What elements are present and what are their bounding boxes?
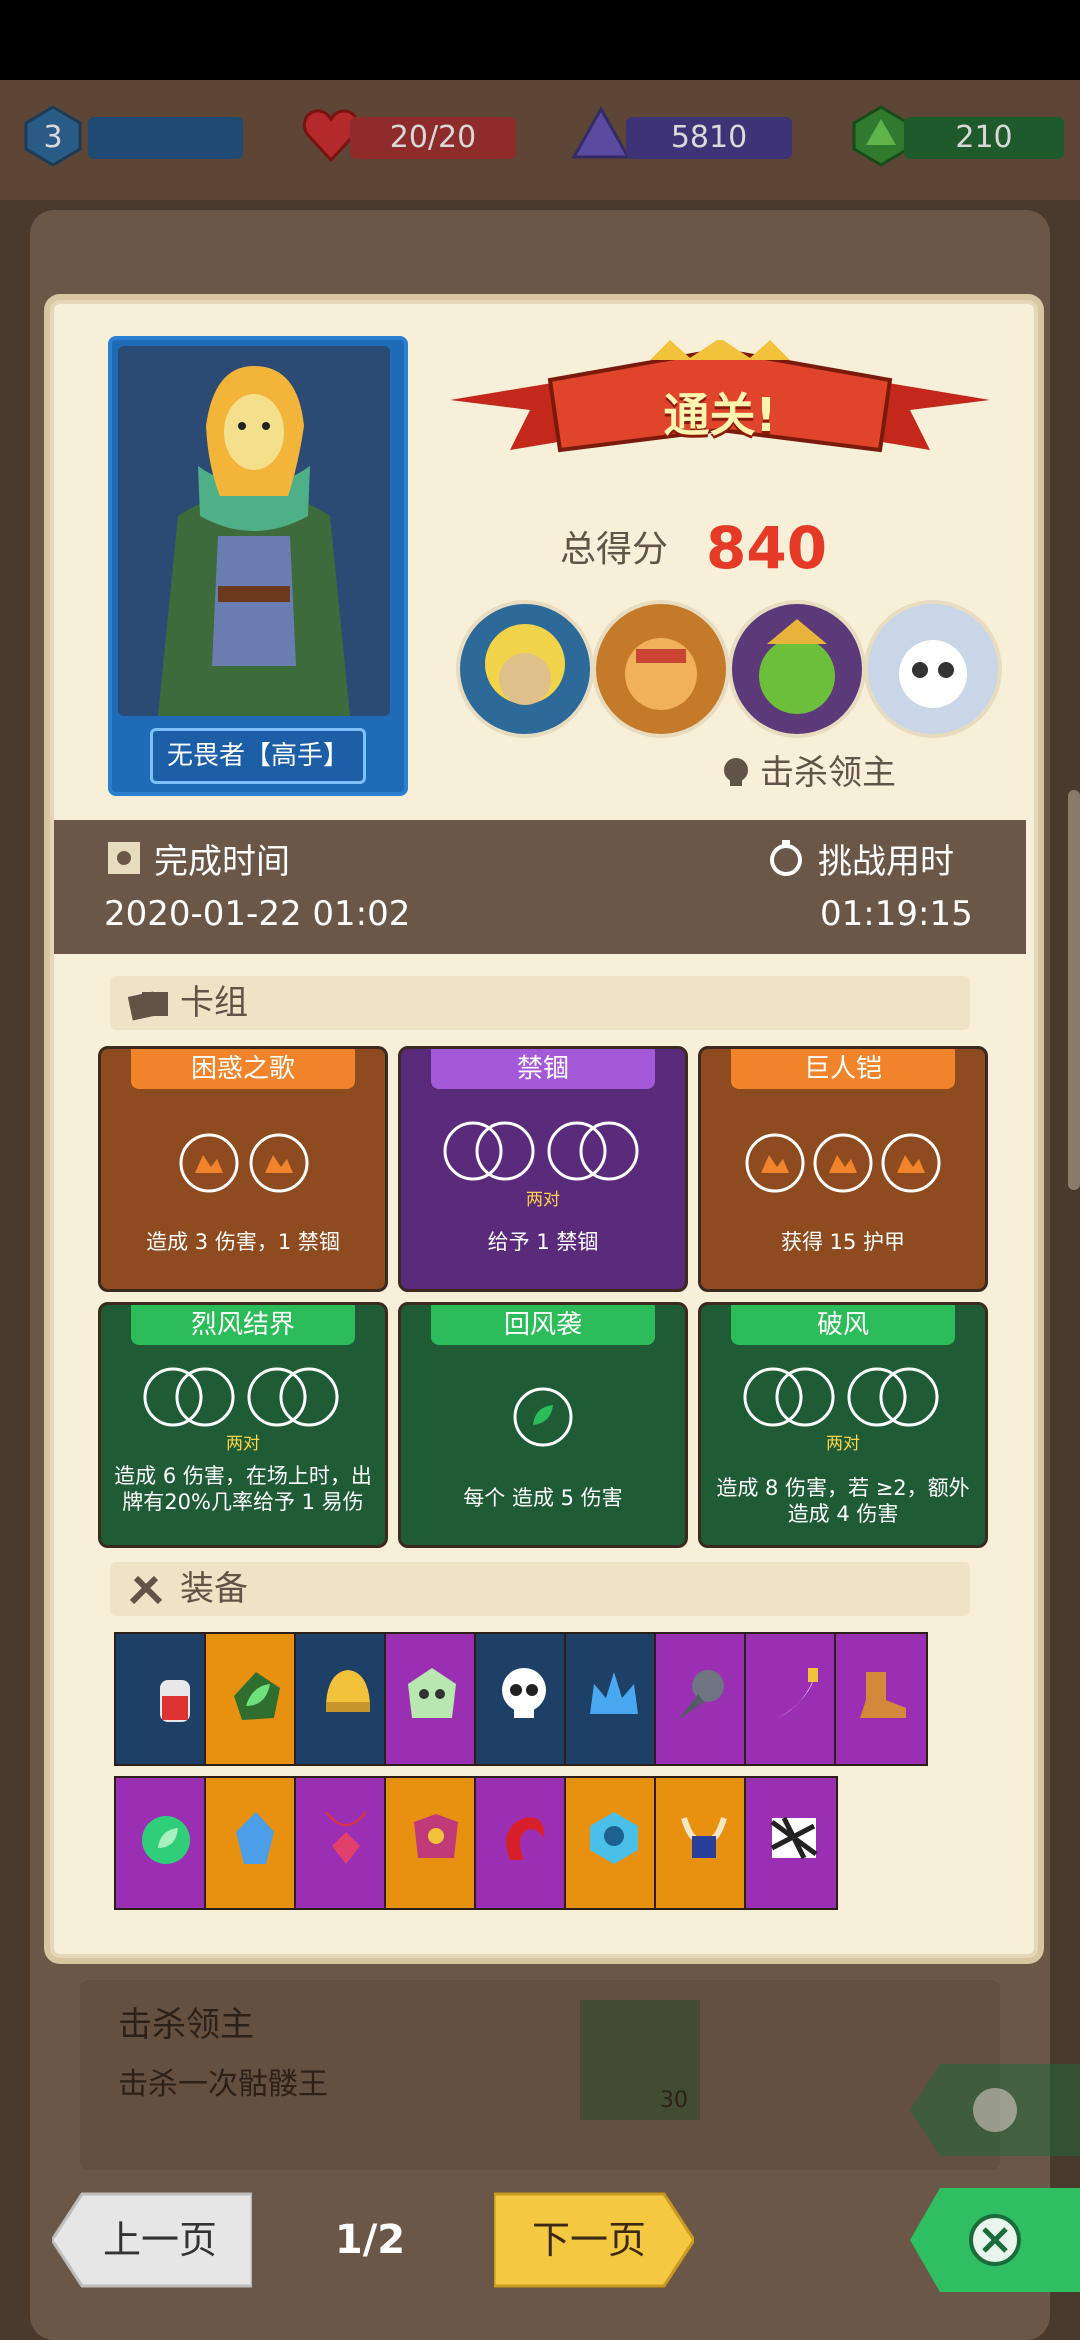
background-task-title: 击杀领主 bbox=[118, 2005, 254, 2045]
crystal-icon bbox=[571, 105, 631, 159]
background-task-subtitle: 击杀一次骷髅王 bbox=[118, 2067, 328, 2102]
prev-page-label[interactable]: 上一页 bbox=[90, 2210, 230, 2270]
deck-card[interactable]: 巨人铠 获得 15 护甲 bbox=[698, 1046, 988, 1292]
leaf-stone-icon bbox=[234, 1672, 280, 1720]
status-bar bbox=[0, 0, 1080, 80]
deck-card[interactable]: 回风袭 每个 造成 5 伤害 bbox=[398, 1302, 688, 1548]
card-name: 禁锢 bbox=[431, 1049, 655, 1089]
card-dice-slots bbox=[143, 1367, 339, 1427]
equipment-title: 装备 bbox=[180, 1569, 248, 1609]
hero-name-label: 无畏者【高手】 bbox=[150, 728, 366, 784]
ice-crown-icon bbox=[590, 1672, 638, 1714]
victory-title: 通关! bbox=[663, 388, 777, 442]
amulet-icon bbox=[325, 1811, 367, 1864]
card-pair-note: 两对 bbox=[526, 1190, 560, 1210]
card-name: 困惑之歌 bbox=[131, 1049, 355, 1089]
deck-card[interactable]: 禁锢 两对 给予 1 禁锢 bbox=[398, 1046, 688, 1292]
card-description: 给予 1 禁锢 bbox=[487, 1230, 599, 1254]
dagger-icon bbox=[778, 1668, 818, 1718]
green-gem-icon bbox=[142, 1816, 190, 1864]
close-button-secondary[interactable] bbox=[910, 2060, 1080, 2160]
red-horn-icon bbox=[506, 1817, 545, 1860]
armor-icon bbox=[414, 1814, 458, 1858]
boots-icon bbox=[860, 1672, 906, 1718]
boss-avatar bbox=[728, 600, 866, 738]
finish-time-label: 完成时间 bbox=[154, 842, 290, 882]
film-icon bbox=[108, 842, 140, 874]
crystal-item-icon bbox=[236, 1812, 274, 1864]
boss-avatar bbox=[456, 600, 594, 738]
stopwatch-icon bbox=[770, 840, 802, 876]
card-description: 获得 15 护甲 bbox=[780, 1230, 906, 1254]
card-dice-slots bbox=[443, 1121, 639, 1181]
finish-time-value: 2020-01-22 01:02 bbox=[104, 894, 411, 934]
card-name: 回风袭 bbox=[431, 1305, 655, 1345]
card-description: 造成 6 伤害，在场上时，出牌有20%几率给予 1 易伤 bbox=[114, 1464, 372, 1514]
hero-illustration bbox=[118, 346, 390, 716]
deck-card[interactable]: 困惑之歌 造成 3 伤害，1 禁锢 bbox=[98, 1046, 388, 1292]
card-pair-note: 两对 bbox=[826, 1434, 860, 1454]
boss-avatar bbox=[864, 600, 1002, 738]
card-name: 巨人铠 bbox=[731, 1049, 955, 1089]
deck-title: 卡组 bbox=[180, 983, 248, 1023]
boss-avatar bbox=[592, 600, 730, 738]
card-pair-note: 两对 bbox=[226, 1434, 260, 1454]
next-page-label[interactable]: 下一页 bbox=[514, 2210, 664, 2270]
ice-skull-icon bbox=[590, 1812, 638, 1864]
card-dice-slots bbox=[745, 1133, 941, 1193]
health-value: 20/20 bbox=[350, 117, 516, 159]
kill-boss-label: 击杀领主 bbox=[760, 753, 896, 793]
score-label: 总得分 bbox=[560, 529, 669, 570]
skull-icon bbox=[724, 758, 748, 786]
close-button[interactable] bbox=[910, 2180, 1080, 2300]
potion-icon bbox=[160, 1680, 190, 1722]
mask-icon bbox=[408, 1668, 456, 1718]
card-name: 烈风结界 bbox=[131, 1305, 355, 1345]
skull-item-icon bbox=[502, 1668, 546, 1718]
crystal-value: 5810 bbox=[626, 117, 792, 159]
helmet-icon bbox=[326, 1670, 370, 1712]
level-value: 3 bbox=[43, 120, 63, 155]
card-description: 造成 3 伤害，1 禁锢 bbox=[146, 1230, 340, 1254]
horned-helm-icon bbox=[681, 1817, 727, 1858]
deck-card[interactable]: 破风 两对 造成 8 伤害，若 ≥2，额外造成 4 伤害 bbox=[698, 1302, 988, 1548]
plague-mask-icon bbox=[678, 1670, 724, 1720]
level-bar bbox=[88, 117, 243, 159]
gem-value: 210 bbox=[904, 117, 1064, 159]
shattered-icon bbox=[770, 1816, 818, 1860]
card-dice-slots bbox=[179, 1133, 309, 1193]
hero-portrait bbox=[118, 346, 390, 716]
gem-icon bbox=[852, 105, 910, 167]
card-description: 每个 造成 5 伤害 bbox=[463, 1486, 623, 1510]
deck-card[interactable]: 烈风结界 两对 造成 6 伤害，在场上时，出牌有20%几率给予 1 易伤 bbox=[98, 1302, 388, 1548]
card-dice-slots bbox=[743, 1367, 939, 1427]
scrollbar[interactable] bbox=[1068, 790, 1080, 1190]
card-dice-slots bbox=[513, 1387, 573, 1447]
card-description: 造成 8 伤害，若 ≥2，额外造成 4 伤害 bbox=[716, 1476, 970, 1526]
card-name: 破风 bbox=[731, 1305, 955, 1345]
challenge-time-value: 01:19:15 bbox=[820, 894, 973, 934]
page-indicator: 1/2 bbox=[334, 2217, 406, 2263]
background-reward-count: 30 bbox=[660, 2088, 688, 2113]
cards-icon bbox=[127, 991, 168, 1021]
score-value: 840 bbox=[706, 514, 828, 582]
challenge-time-label: 挑战用时 bbox=[818, 842, 954, 882]
equipment-icon bbox=[129, 1575, 163, 1605]
